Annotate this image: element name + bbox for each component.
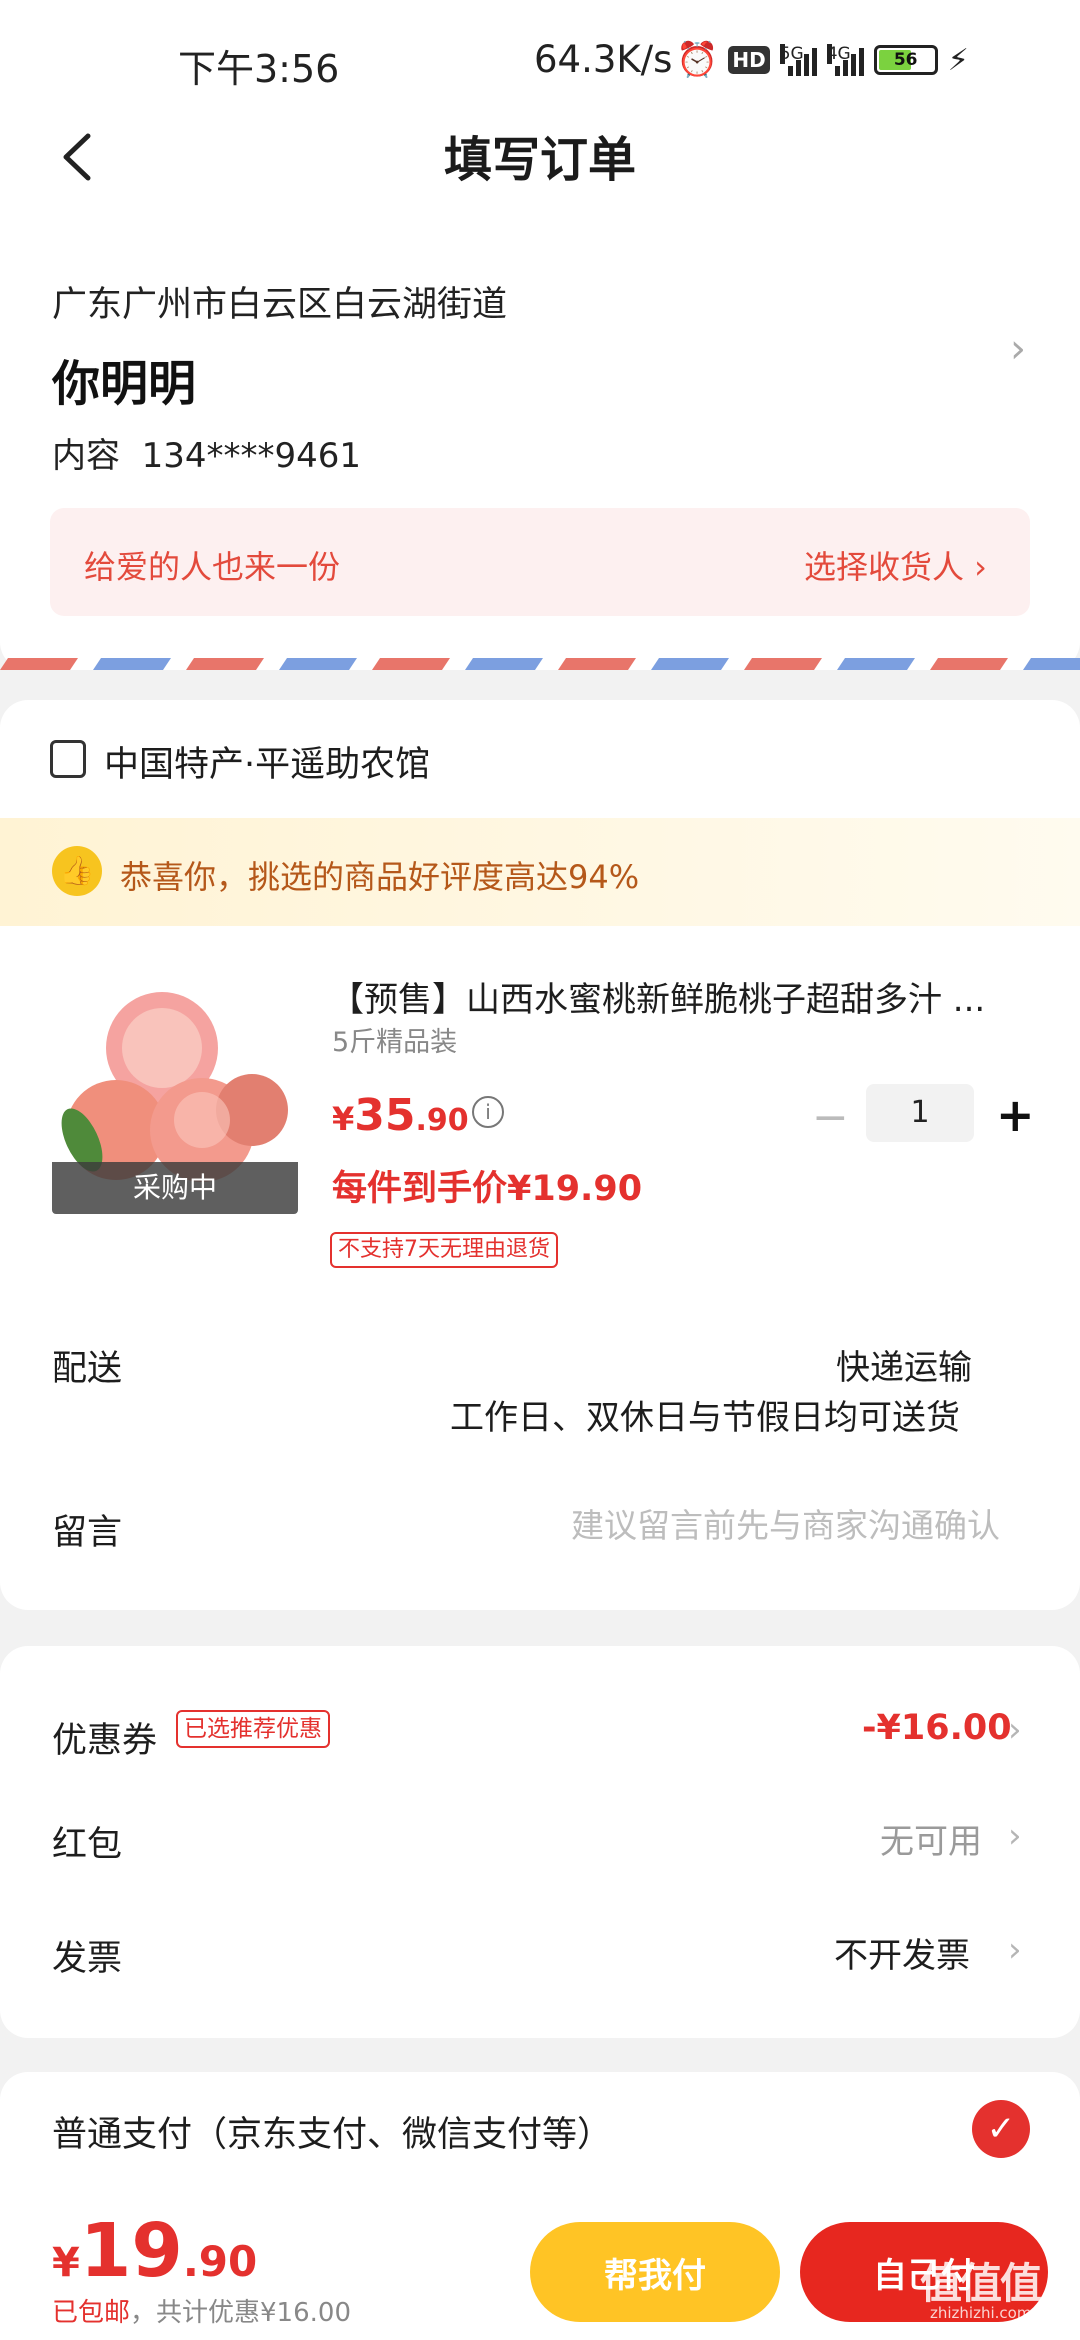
recipient-contact: 内容 134****9461 (52, 428, 361, 477)
page-title: 填写订单 (443, 132, 636, 188)
chevron-left-icon (63, 133, 91, 181)
quantity-value[interactable]: 1 (866, 1084, 974, 1142)
store-icon (50, 740, 86, 778)
message-label: 留言 (52, 1513, 123, 1553)
quantity-plus-button[interactable]: + (996, 1088, 1035, 1142)
final-price: 每件到手价¥19.90 (332, 1169, 643, 1209)
check-icon[interactable]: ✓ (972, 2100, 1030, 2158)
contact-label: 内容 (52, 436, 120, 476)
gift-text: 给爱的人也来一份 (84, 548, 341, 586)
coupon-value[interactable]: -¥16.00 (862, 1708, 1012, 1748)
no-return-badge: 不支持7天无理由退货 (330, 1232, 558, 1268)
delivery-label: 配送 (52, 1349, 123, 1389)
redpacket-value[interactable]: 无可用 (880, 1814, 982, 1863)
watermark-logo: 值值值 (920, 2259, 1042, 2308)
coupon-tag: 已选推荐优惠 (176, 1710, 330, 1748)
phone-number: 134****9461 (141, 436, 362, 476)
praise-text: 恭喜你，挑选的商品好评度高达94% (120, 858, 640, 896)
product-title[interactable]: 【预售】山西水蜜桃新鲜脆桃子超甜多汁 ... (330, 972, 1040, 1021)
product-price: ¥35.90 (332, 1090, 469, 1141)
battery-icon: 56 (873, 45, 938, 75)
redpacket-chevron-icon[interactable]: › (1008, 1816, 1022, 1856)
network-speed: 64.3K/s (534, 38, 673, 81)
alarm-icon: ⏰ (676, 40, 719, 80)
signal-4g-icon: 4G (826, 44, 864, 76)
back-button[interactable] (52, 122, 112, 192)
shipping-note: 已包邮，共计优惠¥16.00 (52, 2298, 351, 2328)
info-icon[interactable]: i (472, 1096, 504, 1128)
purchasing-badge: 采购中 (52, 1162, 298, 1214)
thumbs-up-icon: 👍 (52, 846, 102, 896)
quantity-minus-button[interactable]: − (812, 1092, 849, 1143)
coupon-label: 优惠券 (52, 1721, 158, 1761)
watermark-url: zhizhizhi.com (930, 2304, 1032, 2322)
invoice-label: 发票 (52, 1939, 123, 1979)
help-pay-button[interactable]: 帮我付 (530, 2222, 780, 2322)
charging-icon: ⚡ (947, 42, 969, 78)
redpacket-label: 红包 (52, 1825, 123, 1865)
choose-recipient-link[interactable]: 选择收货人 › (804, 542, 987, 588)
hd-icon: HD (728, 46, 770, 74)
signal-5g-icon: 5G (779, 44, 817, 76)
product-spec: 5斤精品装 (332, 1027, 458, 1058)
airmail-border (0, 658, 1080, 670)
payment-method-label[interactable]: 普通支付（京东支付、微信支付等） (52, 2106, 612, 2157)
invoice-value[interactable]: 不开发票 (834, 1928, 970, 1977)
chevron-right-icon[interactable]: › (1010, 326, 1026, 372)
invoice-chevron-icon[interactable]: › (1008, 1930, 1022, 1970)
store-name[interactable]: 中国特产·平遥助农馆 (104, 736, 430, 787)
coupon-chevron-icon[interactable]: › (1008, 1710, 1022, 1750)
delivery-schedule: 工作日、双休日与节假日均可送货 (450, 1398, 960, 1438)
message-input[interactable] (460, 1500, 1000, 1550)
recipient-name: 你明明 (52, 356, 197, 412)
status-icons: ⏰ HD 5G 4G 56 ⚡ (676, 36, 1076, 84)
status-time: 下午3:56 (178, 47, 340, 91)
total-price: ¥19.90 (52, 2208, 258, 2294)
address-region: 广东广州市白云区白云湖街道 (52, 285, 508, 325)
delivery-method[interactable]: 快递运输 (836, 1340, 972, 1389)
